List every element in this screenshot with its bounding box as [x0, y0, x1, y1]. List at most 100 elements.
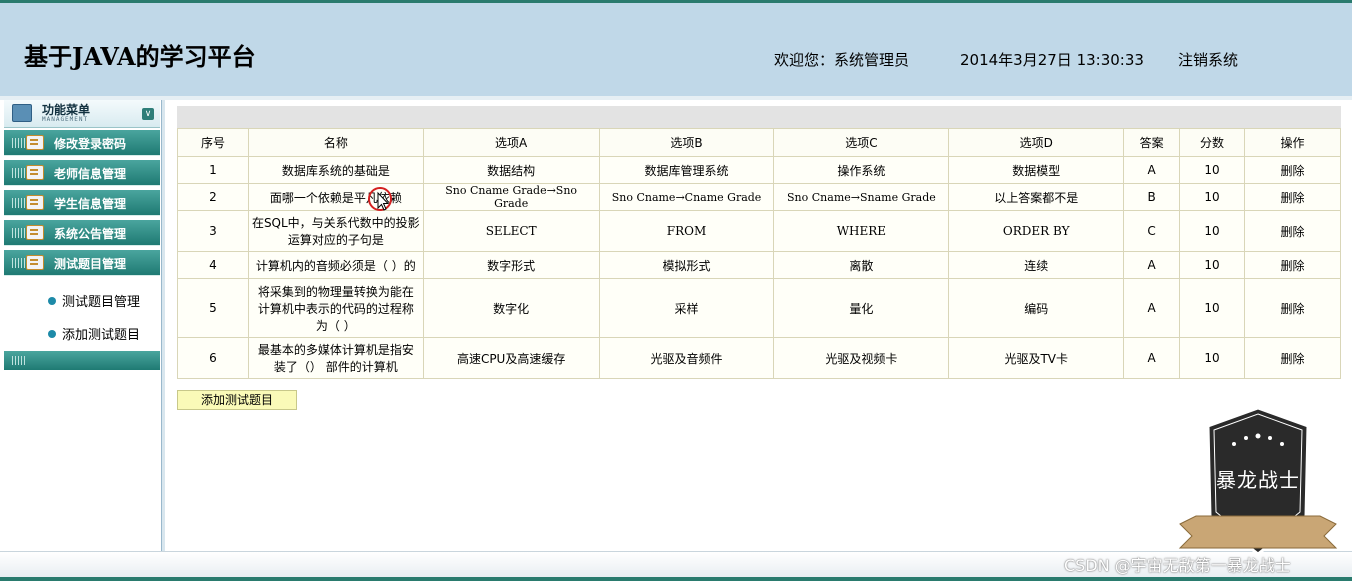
- sidebar-item-student-info[interactable]: 学生信息管理: [4, 190, 160, 216]
- cell-name: 面哪一个依赖是平凡依赖: [247, 183, 424, 211]
- delete-link[interactable]: 删除: [1244, 183, 1341, 211]
- watermark-text: CSDN @宇宙无敌第一暴龙战士: [1064, 556, 1291, 575]
- grip-icon: [12, 258, 26, 268]
- chevron-down-icon[interactable]: ∨: [142, 108, 154, 120]
- cell-option-a: 高速CPU及高速缓存: [422, 337, 600, 379]
- column-header: 分数: [1179, 128, 1246, 157]
- sidebar-item-teacher-info[interactable]: 老师信息管理: [4, 160, 160, 186]
- cell-answer: A: [1123, 278, 1181, 338]
- sidebar-item-announcements[interactable]: 系统公告管理: [4, 220, 160, 246]
- cell-option-c: 操作系统: [773, 156, 950, 184]
- sidebar-item-change-password[interactable]: 修改登录密码: [4, 130, 160, 156]
- cell-option-d: 数据模型: [948, 156, 1125, 184]
- cell-option-d: 连续: [948, 251, 1125, 279]
- subitem-add-question[interactable]: 添加测试题目: [48, 324, 140, 343]
- app-title: 基于JAVA的学习平台: [24, 42, 256, 71]
- cell-option-b: 数据库管理系统: [598, 156, 775, 184]
- main-content: 序号 名称 选项A 选项B 选项C 选项D 答案 分数 操作 1 数据库系统的基…: [165, 100, 1352, 551]
- column-header: 选项C: [773, 128, 950, 157]
- cell-score: 10: [1179, 278, 1246, 338]
- cell-score: 10: [1179, 251, 1246, 279]
- cell-no: 6: [177, 337, 249, 379]
- cell-score: 10: [1179, 337, 1246, 379]
- cell-score: 10: [1179, 183, 1246, 211]
- cell-option-d: ORDER BY: [948, 210, 1125, 252]
- column-header: 选项D: [948, 128, 1125, 157]
- cell-answer: B: [1123, 183, 1181, 211]
- delete-link[interactable]: 删除: [1244, 210, 1341, 252]
- cell-name: 数据库系统的基础是: [247, 156, 424, 184]
- table-header-row: 序号 名称 选项A 选项B 选项C 选项D 答案 分数 操作: [177, 128, 1341, 157]
- menu-header: 功能菜单 MANAGEMENT ∨: [4, 100, 160, 128]
- cell-option-b: 光驱及音频件: [598, 337, 775, 379]
- cell-option-d: 编码: [948, 278, 1125, 338]
- cell-no: 3: [177, 210, 249, 252]
- sidebar-item-label: 修改登录密码: [54, 137, 127, 151]
- table-row: 3 在SQL中，与关系代数中的投影运算对应的子句是 SELECT FROM WH…: [177, 210, 1341, 252]
- cell-name: 最基本的多媒体计算机是指安装了（） 部件的计算机: [247, 337, 424, 379]
- bullet-icon: [48, 330, 56, 338]
- delete-link[interactable]: 删除: [1244, 251, 1341, 279]
- cell-name: 计算机内的音频必须是（ ）的: [247, 251, 424, 279]
- grip-icon: [12, 168, 26, 178]
- cell-name: 在SQL中，与关系代数中的投影运算对应的子句是: [247, 210, 424, 252]
- subitem-manage-questions[interactable]: 测试题目管理: [48, 291, 140, 310]
- grip-icon: [12, 138, 26, 148]
- cell-option-d: 光驱及TV卡: [948, 337, 1125, 379]
- grip-icon: [12, 198, 26, 208]
- cell-no: 4: [177, 251, 249, 279]
- sidebar-item-label: 系统公告管理: [54, 227, 127, 241]
- cell-option-c: Sno Cname→Sname Grade: [773, 183, 950, 211]
- cell-name: 将采集到的物理量转换为能在计算机中表示的代码的过程称为（ ）: [247, 278, 424, 338]
- cell-option-a: Sno Cname Grade→Sno Grade: [422, 183, 600, 211]
- cell-option-a: 数字形式: [422, 251, 600, 279]
- menu-icon: [12, 104, 32, 122]
- cell-option-b: 采样: [598, 278, 775, 338]
- column-header: 选项B: [598, 128, 775, 157]
- logout-link[interactable]: 注销系统: [1178, 49, 1238, 70]
- datetime-display: 2014年3月27日 13:30:33: [960, 51, 1144, 69]
- card-icon: [26, 165, 44, 180]
- grip-icon: [12, 228, 26, 238]
- cell-no: 2: [177, 183, 249, 211]
- cell-score: 10: [1179, 210, 1246, 252]
- card-icon: [26, 195, 44, 210]
- sidebar-item-test-questions[interactable]: 测试题目管理: [4, 250, 160, 276]
- cell-score: 10: [1179, 156, 1246, 184]
- sidebar-item-label: 学生信息管理: [54, 197, 127, 211]
- cell-answer: A: [1123, 156, 1181, 184]
- cell-option-c: 离散: [773, 251, 950, 279]
- table-row: 5 将采集到的物理量转换为能在计算机中表示的代码的过程称为（ ） 数字化 采样 …: [177, 278, 1341, 338]
- cell-answer: A: [1123, 337, 1181, 379]
- header-banner: 基于JAVA的学习平台 欢迎您：系统管理员 2014年3月27日 13:30:3…: [0, 0, 1352, 96]
- table-row: 1 数据库系统的基础是 数据结构 数据库管理系统 操作系统 数据模型 A 10 …: [177, 156, 1341, 184]
- delete-link[interactable]: 删除: [1244, 156, 1341, 184]
- cell-no: 1: [177, 156, 249, 184]
- table-row: 6 最基本的多媒体计算机是指安装了（） 部件的计算机 高速CPU及高速缓存 光驱…: [177, 337, 1341, 379]
- delete-link[interactable]: 删除: [1244, 337, 1341, 379]
- sidebar-item-label: 测试题目管理: [54, 257, 127, 271]
- delete-link[interactable]: 删除: [1244, 278, 1341, 338]
- cell-option-b: FROM: [598, 210, 775, 252]
- question-table: 序号 名称 选项A 选项B 选项C 选项D 答案 分数 操作 1 数据库系统的基…: [177, 128, 1341, 379]
- card-icon: [26, 255, 44, 270]
- bottom-accent-line: [0, 577, 1352, 581]
- cell-no: 5: [177, 278, 249, 338]
- column-header: 答案: [1123, 128, 1181, 157]
- sidebar: 功能菜单 MANAGEMENT ∨ 修改登录密码 老师信息管理 学生信息管理 系…: [0, 100, 162, 551]
- cell-answer: A: [1123, 251, 1181, 279]
- table-toolbar: [177, 106, 1341, 128]
- table-row: 4 计算机内的音频必须是（ ）的 数字形式 模拟形式 离散 连续 A 10 删除: [177, 251, 1341, 279]
- bullet-icon: [48, 297, 56, 305]
- cell-option-c: 量化: [773, 278, 950, 338]
- table-row: 2 面哪一个依赖是平凡依赖 Sno Cname Grade→Sno Grade …: [177, 183, 1341, 211]
- cell-option-c: 光驱及视频卡: [773, 337, 950, 379]
- cell-option-a: SELECT: [422, 210, 600, 252]
- column-header: 名称: [247, 128, 424, 157]
- shield-logo: 暴龙战士: [1176, 404, 1340, 566]
- column-header: 序号: [177, 128, 249, 157]
- cell-answer: C: [1123, 210, 1181, 252]
- menu-subtitle: MANAGEMENT: [42, 116, 89, 123]
- card-icon: [26, 135, 44, 150]
- add-question-button[interactable]: 添加测试题目: [177, 390, 297, 410]
